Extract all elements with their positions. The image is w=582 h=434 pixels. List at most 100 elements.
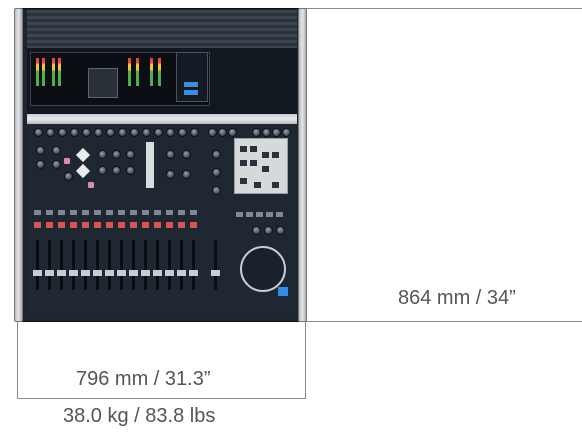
transport-button [240,146,247,152]
rotary-knob [126,150,135,159]
channel-fader [36,240,39,290]
channel-fader [156,240,159,290]
blue-key-button [278,287,288,296]
transport-button [250,146,257,152]
channel-button [64,158,70,164]
rotary-knob [58,128,67,137]
select-button [34,210,41,215]
rotary-knob [178,128,187,137]
armrest-band [27,114,297,124]
fader-cap [45,270,54,276]
level-meter [136,58,139,86]
function-button [276,212,283,217]
channel-fader [96,240,99,290]
fader-cap [211,270,220,276]
channel-fader [72,240,75,290]
rotary-knob [166,150,175,159]
rotary-knob [94,128,103,137]
rotary-knob [228,128,237,137]
rotary-knob [98,150,107,159]
rotary-knob [106,128,115,137]
select-button [58,210,65,215]
rotary-knob [212,168,221,177]
level-meter [158,58,161,86]
mute-button [34,222,41,228]
channel-fader [120,240,123,290]
mute-button [130,222,137,228]
rotary-knob [154,128,163,137]
transport-button [272,182,279,188]
rotary-knob [52,146,61,155]
rotary-knob [264,226,273,235]
rotary-knob [190,128,199,137]
rotary-knob [252,128,261,137]
transport-button [262,166,269,172]
channel-fader [132,240,135,290]
rotary-knob [218,128,227,137]
mute-button [142,222,149,228]
transport-button [272,152,279,158]
rotary-knob [276,226,285,235]
function-button [246,212,253,217]
rotary-knob [126,166,135,175]
mute-button [82,222,89,228]
mute-button [106,222,113,228]
rotary-knob [64,172,73,181]
select-button [178,210,185,215]
select-button [94,210,101,215]
select-button [70,210,77,215]
mute-button [94,222,101,228]
fader-cap [165,270,174,276]
channel-button [88,182,94,188]
rotary-knob [166,128,175,137]
rotary-knob [166,170,175,179]
rotary-knob [182,170,191,179]
weight-label: 38.0 kg / 83.8 lbs [63,405,216,427]
channel-fader [48,240,51,290]
select-button [154,210,161,215]
level-meter [52,58,55,86]
function-button [266,212,273,217]
rotary-knob [36,146,45,155]
scribble-strip [146,142,154,188]
channel-fader [144,240,147,290]
width-dimension-right-line [305,322,306,399]
channel-fader [84,240,87,290]
height-dimension-label: 864 mm / 34” [398,287,516,309]
rotary-knob [272,128,281,137]
rotary-knob [52,160,61,169]
rotary-knob [252,226,261,235]
rotary-knob [118,128,127,137]
level-meter [58,58,61,86]
fader-cap [189,270,198,276]
height-dimension-bottom-line [306,321,582,322]
mute-button [154,222,161,228]
rotary-knob [142,128,151,137]
width-dimension-left-line [17,322,18,399]
transport-button [250,160,257,166]
mute-button [118,222,125,228]
mute-button [46,222,53,228]
rotary-knob [208,128,217,137]
display-select-button [184,90,198,95]
select-button [190,210,197,215]
rotary-knob [70,128,79,137]
level-meter [150,58,153,86]
rotary-knob [36,160,45,169]
width-dimension-label: 796 mm / 31.3” [76,368,211,390]
mute-button [70,222,77,228]
console-top-strip [27,10,297,48]
height-dimension-top-line [306,8,582,9]
fader-cap [129,270,138,276]
display-select-button [184,82,198,87]
rotary-knob [282,128,291,137]
rotary-knob [262,128,271,137]
fader-cap [141,270,150,276]
select-button [82,210,89,215]
master-fader [214,240,217,290]
rotary-knob [82,128,91,137]
transport-button [254,182,261,188]
rotary-knob [34,128,43,137]
width-dimension-base-line [17,398,306,399]
select-button [106,210,113,215]
